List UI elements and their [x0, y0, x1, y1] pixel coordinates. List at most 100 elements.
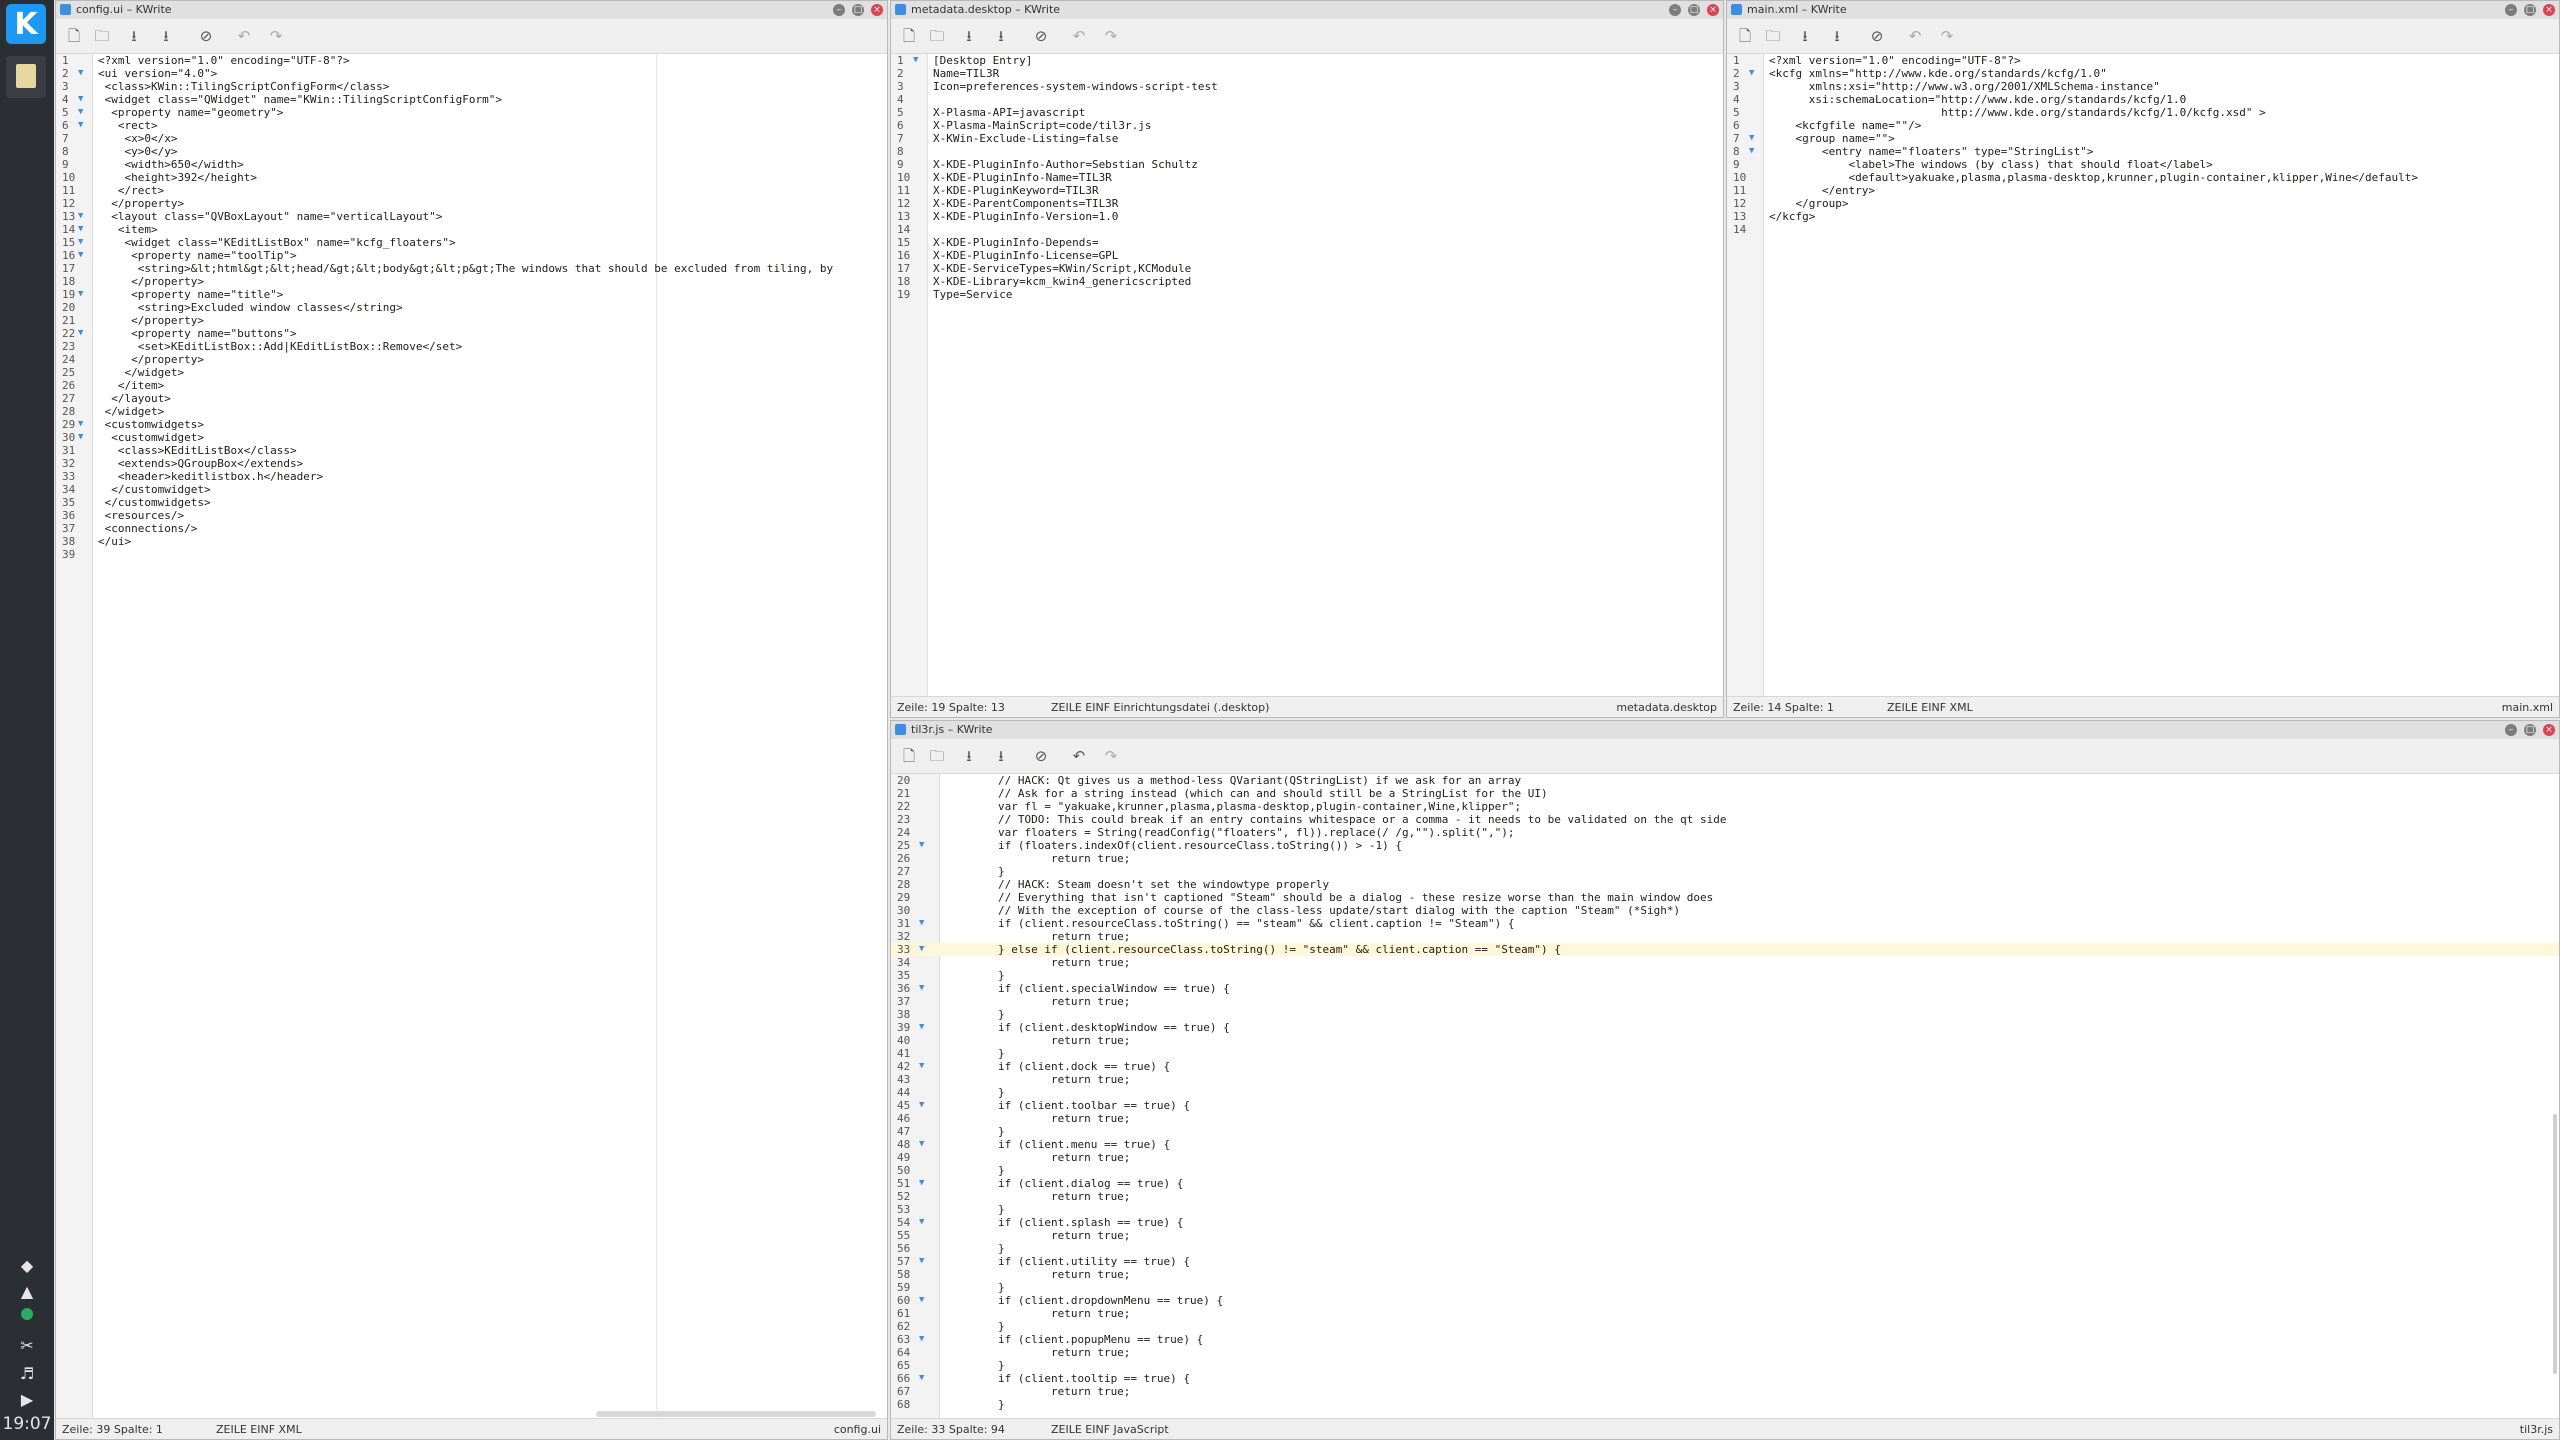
code-line[interactable]: 46 return true; [891, 1112, 2559, 1125]
fold-marker-icon[interactable]: ▼ [919, 1099, 924, 1112]
fold-marker-icon[interactable]: ▼ [78, 418, 83, 431]
code-line[interactable]: 68 } [891, 1398, 2559, 1411]
fold-marker-icon[interactable]: ▼ [919, 917, 924, 930]
code-line[interactable]: 36 <resources/> [56, 509, 887, 522]
code-line[interactable]: 59 } [891, 1281, 2559, 1294]
code-line[interactable]: 35 } [891, 969, 2559, 982]
code-line[interactable]: 1 ▼ [Desktop Entry] [891, 54, 1723, 67]
code-line[interactable]: 4 [891, 93, 1723, 106]
scissors-icon[interactable]: ✂ [0, 1336, 54, 1355]
fold-marker-icon[interactable]: ▼ [919, 1372, 924, 1385]
fold-marker-icon[interactable]: ▼ [78, 288, 83, 301]
maximize-button[interactable]: □ [2524, 724, 2536, 736]
code-line[interactable]: 54 ▼ if (client.splash == true) { [891, 1216, 2559, 1229]
code-line[interactable]: 57 ▼ if (client.utility == true) { [891, 1255, 2559, 1268]
code-line[interactable]: 6 <kcfgfile name=""/> [1727, 119, 2559, 132]
code-line[interactable]: 10 <default>yakuake,plasma,plasma-deskto… [1727, 171, 2559, 184]
code-line[interactable]: 17 <string>&lt;html&gt;&lt;head/&gt;&lt;… [56, 262, 887, 275]
code-line[interactable]: 18 </property> [56, 275, 887, 288]
code-line[interactable]: 16 ▼ <property name="toolTip"> [56, 249, 887, 262]
save-icon[interactable]: ⭳ [1795, 27, 1815, 45]
undo-icon[interactable]: ↶ [1069, 747, 1089, 765]
save-as-icon[interactable]: ⭳ [991, 27, 1011, 45]
code-line[interactable]: 33 ▼ } else if (client.resourceClass.toSt… [891, 943, 2559, 956]
code-line[interactable]: 43 return true; [891, 1073, 2559, 1086]
code-line[interactable]: 19 ▼ <property name="title"> [56, 288, 887, 301]
code-line[interactable]: 40 return true; [891, 1034, 2559, 1047]
minimize-button[interactable]: – [833, 4, 845, 16]
save-as-icon[interactable]: ⭳ [1827, 27, 1847, 45]
code-line[interactable]: 28 // HACK: Steam doesn't set the window… [891, 878, 2559, 891]
code-line[interactable]: 28 </widget> [56, 405, 887, 418]
code-line[interactable]: 25 ▼ if (floaters.indexOf(client.resource… [891, 839, 2559, 852]
code-line[interactable]: 23 <set>KEditListBox::Add|KEditListBox::… [56, 340, 887, 353]
code-line[interactable]: 58 return true; [891, 1268, 2559, 1281]
code-line[interactable]: 37 <connections/> [56, 522, 887, 535]
new-file-icon[interactable]: 🗋 [899, 27, 919, 45]
fold-marker-icon[interactable]: ▼ [78, 67, 83, 80]
fold-marker-icon[interactable]: ▼ [919, 1177, 924, 1190]
fold-marker-icon[interactable]: ▼ [78, 119, 83, 132]
cursor-position[interactable]: Zeile: 19 Spalte: 13 [897, 701, 1005, 714]
code-line[interactable]: 2 ▼ <kcfg xmlns="http://www.kde.org/standa… [1727, 67, 2559, 80]
fold-marker-icon[interactable]: ▼ [78, 106, 83, 119]
code-line[interactable]: 8 [891, 145, 1723, 158]
code-line[interactable]: 52 return true; [891, 1190, 2559, 1203]
code-line[interactable]: 3 xmlns:xsi="http://www.w3.org/2001/XMLS… [1727, 80, 2559, 93]
fold-marker-icon[interactable]: ▼ [913, 54, 918, 67]
minimize-button[interactable]: – [2505, 724, 2517, 736]
code-line[interactable]: 6 ▼ <rect> [56, 119, 887, 132]
close-doc-icon[interactable]: ⊘ [196, 27, 216, 45]
code-line[interactable]: 23 // TODO: This could break if an entry… [891, 813, 2559, 826]
code-line[interactable]: 53 } [891, 1203, 2559, 1216]
undo-icon[interactable]: ↶ [1905, 27, 1925, 45]
code-line[interactable]: 4 ▼ <widget class="QWidget" name="KWin::T… [56, 93, 887, 106]
fold-marker-icon[interactable]: ▼ [1749, 145, 1754, 158]
code-line[interactable]: 67 return true; [891, 1385, 2559, 1398]
fold-marker-icon[interactable]: ▼ [78, 223, 83, 236]
fold-marker-icon[interactable]: ▼ [1749, 67, 1754, 80]
editor-view[interactable]: 1 ▼ [Desktop Entry] 2 Name=TIL3R 3 Icon=prefer… [891, 54, 1723, 697]
code-line[interactable]: 49 return true; [891, 1151, 2559, 1164]
code-line[interactable]: 62 } [891, 1320, 2559, 1333]
code-line[interactable]: 34 </customwidget> [56, 483, 887, 496]
code-line[interactable]: 31 <class>KEditListBox</class> [56, 444, 887, 457]
code-line[interactable]: 11 </entry> [1727, 184, 2559, 197]
code-line[interactable]: 21 // Ask for a string instead (which ca… [891, 787, 2559, 800]
code-line[interactable]: 11 X-KDE-PluginKeyword=TIL3R [891, 184, 1723, 197]
code-line[interactable]: 15 ▼ <widget class="KEditListBox" name="k… [56, 236, 887, 249]
fold-marker-icon[interactable]: ▼ [919, 1333, 924, 1346]
close-doc-icon[interactable]: ⊘ [1031, 27, 1051, 45]
title-bar[interactable]: til3r.js – KWrite – □ × [891, 721, 2559, 740]
code-line[interactable]: 27 } [891, 865, 2559, 878]
status-dot-icon[interactable] [0, 1308, 54, 1320]
code-line[interactable]: 5 X-Plasma-API=javascript [891, 106, 1723, 119]
open-folder-icon[interactable]: 🗀 [92, 27, 112, 45]
code-line[interactable]: 56 } [891, 1242, 2559, 1255]
tool-icon[interactable]: ▲ [0, 1282, 54, 1301]
code-line[interactable]: 15 X-KDE-PluginInfo-Depends= [891, 236, 1723, 249]
title-bar[interactable]: main.xml – KWrite – □ × [1727, 1, 2559, 20]
maximize-button[interactable]: □ [2524, 4, 2536, 16]
close-doc-icon[interactable]: ⊘ [1031, 747, 1051, 765]
code-line[interactable]: 12 </group> [1727, 197, 2559, 210]
fold-marker-icon[interactable]: ▼ [1749, 132, 1754, 145]
undo-icon[interactable]: ↶ [234, 27, 254, 45]
editor-view[interactable]: 20 // HACK: Qt gives us a method-less QV… [891, 774, 2559, 1419]
fold-marker-icon[interactable]: ▼ [919, 943, 924, 956]
code-line[interactable]: 47 } [891, 1125, 2559, 1138]
code-line[interactable]: 55 return true; [891, 1229, 2559, 1242]
code-line[interactable]: 14 ▼ <item> [56, 223, 887, 236]
code-line[interactable]: 39 ▼ if (client.desktopWindow == true) { [891, 1021, 2559, 1034]
save-icon[interactable]: ⭳ [959, 747, 979, 765]
redo-icon[interactable]: ↷ [266, 27, 286, 45]
editor-view[interactable]: 1 <?xml version="1.0" encoding="UTF-8"?> 2… [1727, 54, 2559, 697]
code-line[interactable]: 22 ▼ <property name="buttons"> [56, 327, 887, 340]
code-line[interactable]: 4 xsi:schemaLocation="http://www.kde.org… [1727, 93, 2559, 106]
application-launcher-icon[interactable]: K [6, 4, 46, 44]
fold-marker-icon[interactable]: ▼ [919, 982, 924, 995]
save-as-icon[interactable]: ⭳ [991, 747, 1011, 765]
code-line[interactable]: 44 } [891, 1086, 2559, 1099]
code-line[interactable]: 16 X-KDE-PluginInfo-License=GPL [891, 249, 1723, 262]
fold-marker-icon[interactable]: ▼ [919, 839, 924, 852]
